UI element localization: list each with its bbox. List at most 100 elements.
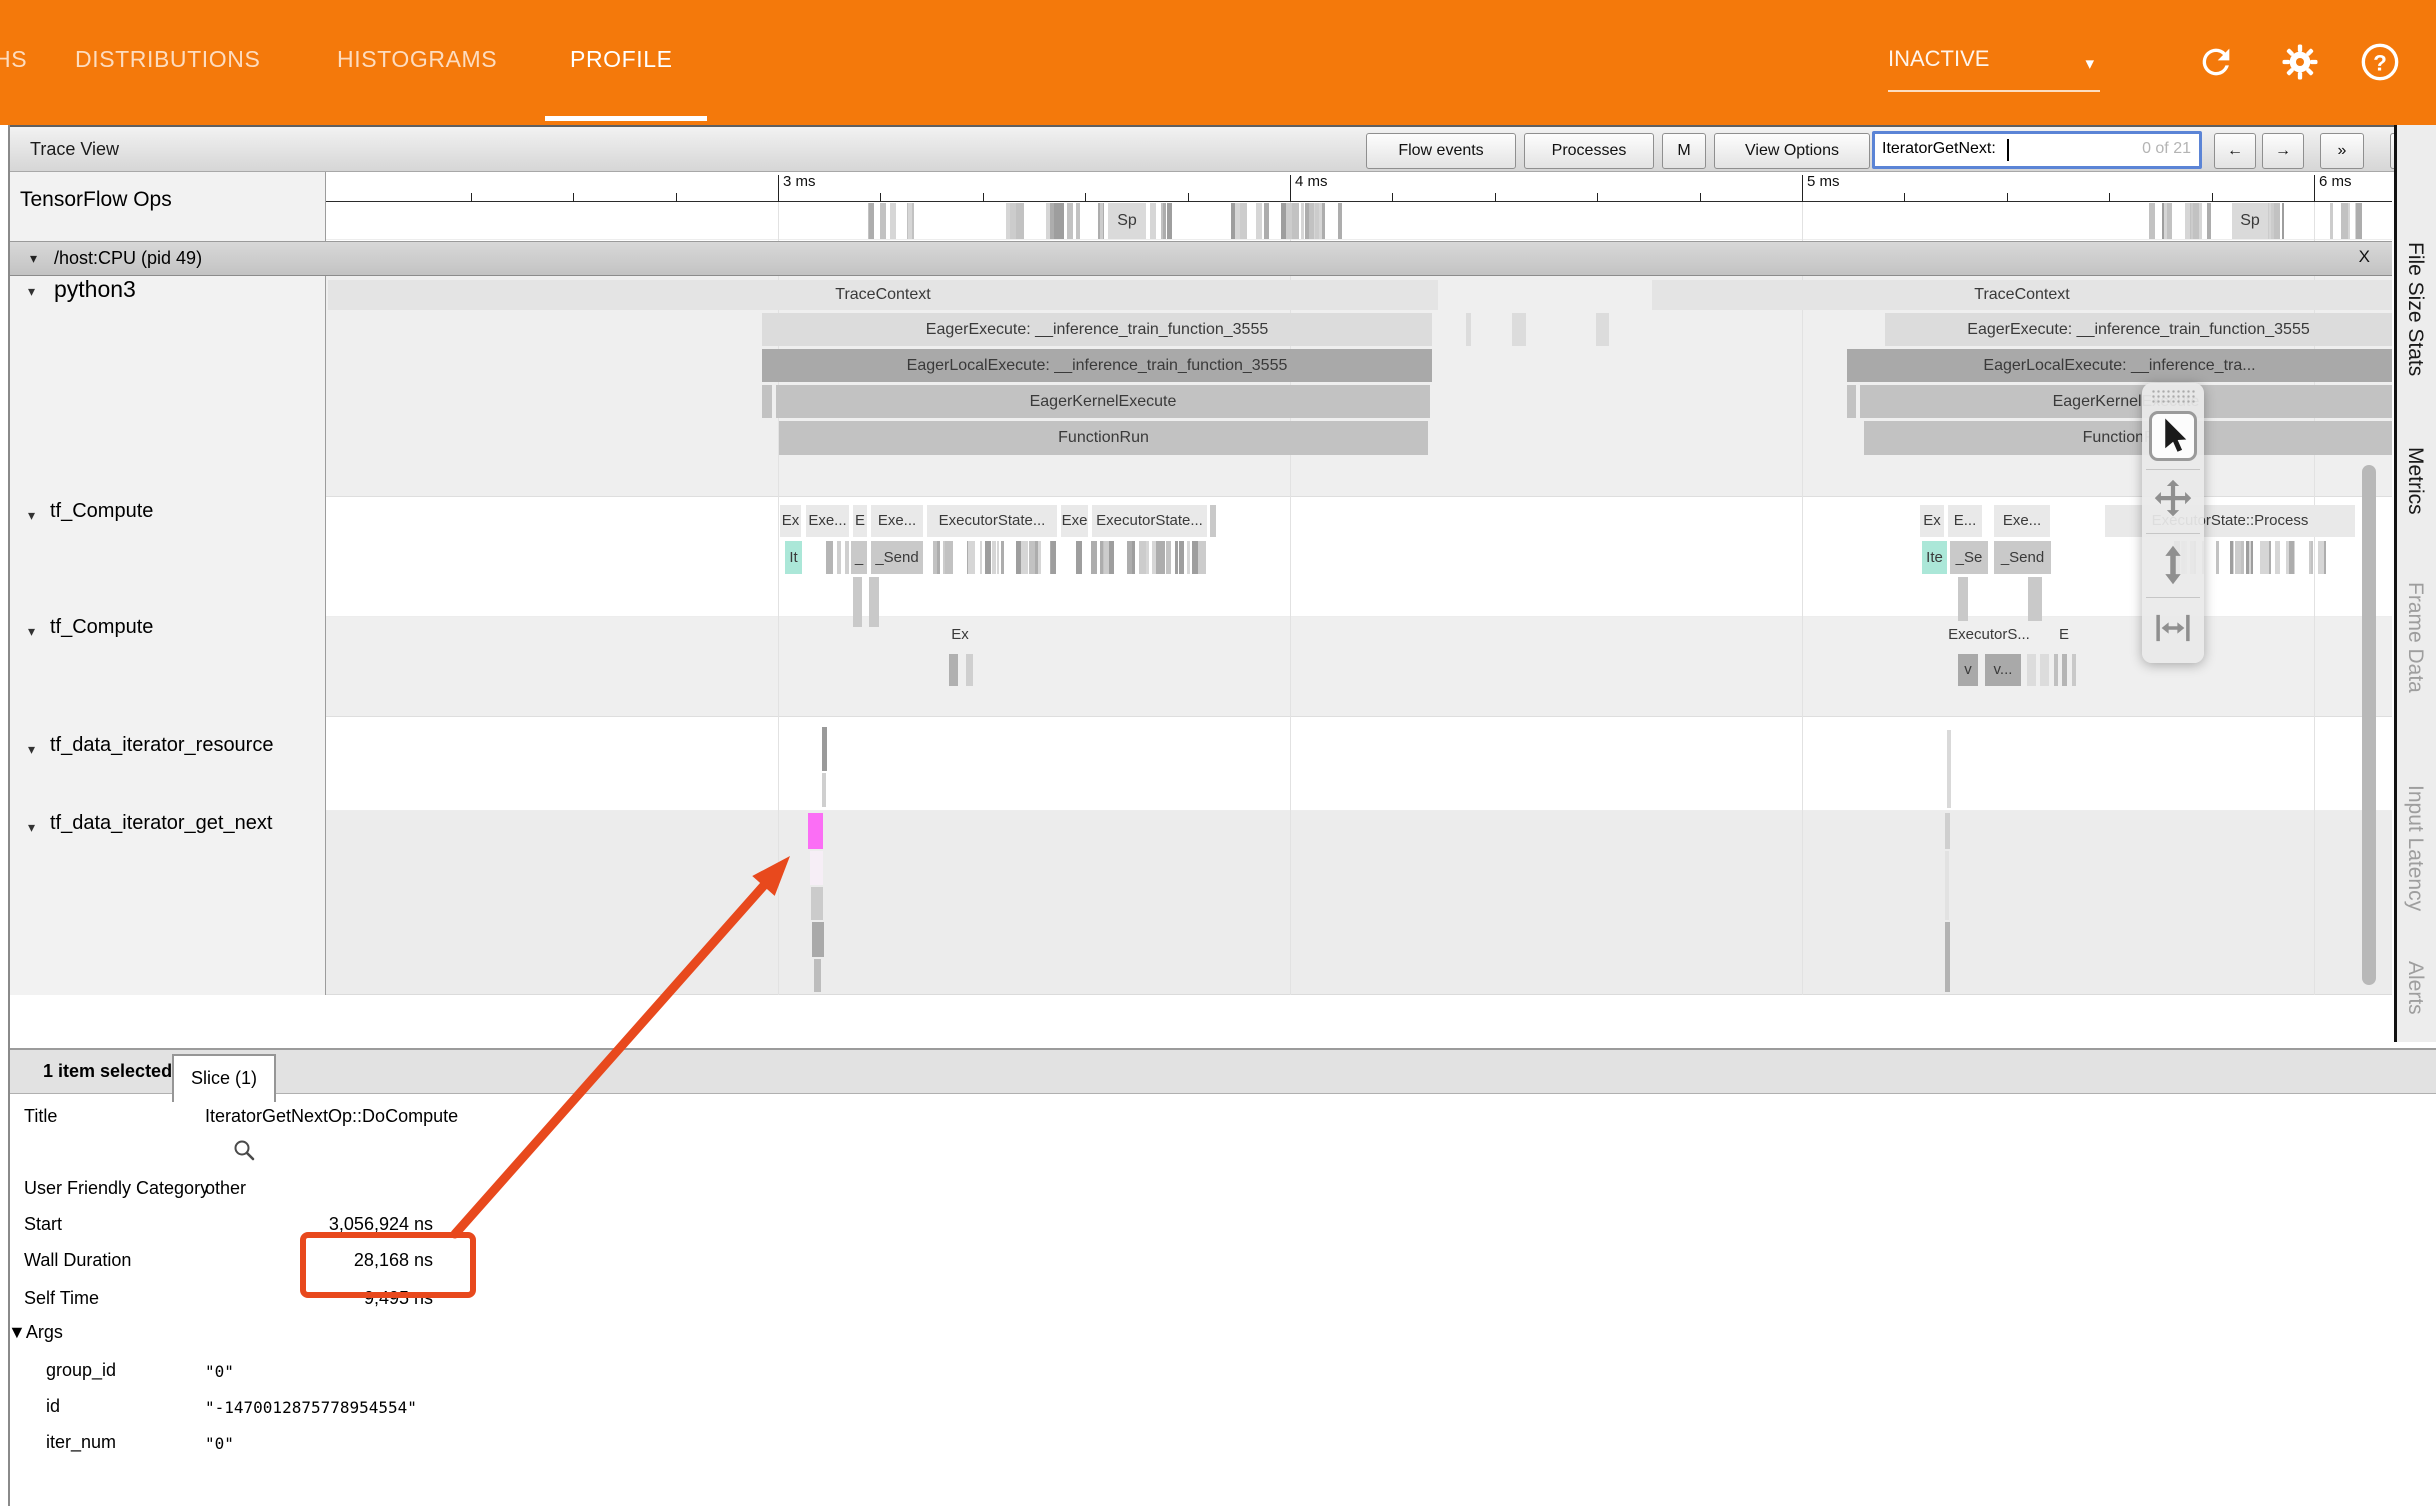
trace-slice-thin[interactable]: [2263, 541, 2269, 574]
trace-slice-thin[interactable]: [1163, 203, 1166, 239]
trace-slice-thin[interactable]: [2199, 203, 2203, 239]
trace-slice-thin[interactable]: [1466, 313, 1471, 346]
toolbar-button-processes[interactable]: Processes: [1524, 133, 1654, 169]
trace-slice[interactable]: EagerLocalExecute: __inference_tra...: [1847, 349, 2392, 382]
trace-slice-thin[interactable]: [845, 541, 849, 574]
next-result-button[interactable]: →: [2262, 133, 2304, 169]
trace-slice-thin[interactable]: [869, 577, 879, 627]
trace-slice-thin[interactable]: [2028, 577, 2042, 621]
collapse-triangle-icon[interactable]: ▾: [28, 507, 35, 524]
trace-slice[interactable]: E...: [1948, 505, 1982, 537]
trace-slice-thin[interactable]: [2235, 541, 2241, 574]
track-label-tf-compute[interactable]: tf_Compute: [50, 616, 153, 639]
collapse-triangle-icon[interactable]: ▾: [28, 623, 35, 640]
nav-tab-hs[interactable]: HS: [0, 46, 27, 73]
trace-slice-thin[interactable]: [1035, 541, 1038, 574]
trace-slice-thin[interactable]: [2164, 203, 2167, 239]
trace-slice[interactable]: ExecutorState...: [1092, 505, 1207, 537]
toolbar-button-view-options[interactable]: View Options: [1714, 133, 1870, 169]
trace-slice-thin[interactable]: [1166, 541, 1171, 574]
trace-slice-thin[interactable]: [980, 541, 982, 574]
trace-slice-thin[interactable]: [2311, 541, 2314, 574]
trace-slice-thin[interactable]: [762, 385, 772, 418]
trace-slice[interactable]: E: [853, 505, 867, 537]
trace-slice-thin[interactable]: [2166, 203, 2172, 239]
trace-slice-thin[interactable]: [1210, 505, 1216, 537]
trace-slice-thin[interactable]: [1958, 577, 1968, 621]
sidebar-tab-input-latency[interactable]: Input Latency: [2403, 785, 2427, 911]
trace-slice-thin[interactable]: [1292, 203, 1299, 239]
collapse-triangle-icon[interactable]: ▾: [28, 819, 35, 836]
selected-slice[interactable]: [808, 813, 823, 849]
trace-slice-thin[interactable]: [810, 851, 823, 885]
trace-slice-thin[interactable]: [933, 541, 937, 574]
settings-gear-icon[interactable]: [2280, 42, 2320, 82]
trace-slice-thin[interactable]: [2188, 203, 2190, 239]
trace-slice-thin[interactable]: [812, 922, 824, 957]
trace-slice-thin[interactable]: [1945, 851, 1949, 920]
tab-slice[interactable]: Slice (1): [172, 1054, 276, 1102]
trace-slice[interactable]: _Send: [1994, 541, 2051, 574]
zoom-tool-button[interactable]: [2149, 540, 2197, 590]
trace-slice-thin[interactable]: [1038, 541, 1040, 574]
sidebar-tab-file-size-stats[interactable]: File Size Stats: [2403, 242, 2427, 376]
collapse-triangle-icon[interactable]: ▾: [30, 250, 37, 267]
trace-slice[interactable]: _: [851, 541, 867, 574]
trace-slice-thin[interactable]: [2282, 203, 2284, 239]
trace-slice-thin[interactable]: [2318, 541, 2325, 574]
trace-slice-thin[interactable]: [1050, 203, 1054, 239]
trace-slice-thin[interactable]: [822, 773, 826, 807]
trace-slice-thin[interactable]: [2289, 541, 2294, 574]
timing-tool-button[interactable]: [2149, 605, 2197, 651]
trace-slice-thin[interactable]: [2249, 541, 2251, 574]
trace-slice-thin[interactable]: [1596, 313, 1609, 346]
trace-slice-thin[interactable]: [1305, 203, 1309, 239]
trace-slice[interactable]: Exe: [1061, 505, 1088, 537]
trace-slice-thin[interactable]: [1310, 203, 1312, 239]
trace-slice-thin[interactable]: [1175, 541, 1178, 574]
trace-slice[interactable]: Exe...: [806, 505, 849, 537]
trace-slice-thin[interactable]: [1010, 203, 1016, 239]
trace-slice[interactable]: E: [2056, 620, 2072, 650]
trace-slice-thin[interactable]: [1019, 203, 1024, 239]
cursor-tool-button[interactable]: [2149, 411, 2197, 461]
trace-slice[interactable]: ExecutorS...: [1938, 620, 2040, 650]
trace-slice-thin[interactable]: [890, 203, 896, 239]
trace-slice-thin[interactable]: [869, 203, 873, 239]
trace-slice-thin[interactable]: [853, 577, 862, 627]
nav-tab-profile[interactable]: PROFILE: [570, 46, 673, 73]
trace-slice[interactable]: TraceContext: [328, 280, 1438, 310]
vertical-scrollbar[interactable]: [2362, 465, 2376, 985]
timeline-canvas[interactable]: 3 ms4 ms5 ms6 msSpSpTraceContextTraceCon…: [326, 172, 2392, 995]
search-input[interactable]: IteratorGetNext: 0 of 21: [1872, 131, 2202, 169]
sidebar-tab-metrics[interactable]: Metrics: [2403, 447, 2427, 515]
trace-slice-thin[interactable]: [1240, 203, 1247, 239]
trace-slice-thin[interactable]: [1162, 541, 1165, 574]
trace-slice[interactable]: Ex: [1920, 505, 1944, 537]
trace-slice[interactable]: v: [1958, 654, 1978, 686]
trace-slice-thin[interactable]: [1947, 730, 1951, 808]
trace-slice-thin[interactable]: [2207, 203, 2210, 239]
trace-slice-thin[interactable]: [1231, 203, 1235, 239]
sidebar-tab-frame-data[interactable]: Frame Data: [2403, 582, 2427, 693]
trace-slice-thin[interactable]: [2040, 654, 2049, 686]
trace-slice-thin[interactable]: [2341, 203, 2348, 239]
collapse-triangle-icon[interactable]: ▾: [28, 741, 35, 758]
track-label-tf-data-iterator-resource[interactable]: tf_data_iterator_resource: [50, 734, 273, 757]
trace-slice-thin[interactable]: [1156, 541, 1160, 574]
more-button[interactable]: »: [2320, 133, 2364, 169]
trace-slice-thin[interactable]: [1200, 541, 1206, 574]
track-label-tf-compute[interactable]: tf_Compute: [50, 500, 153, 523]
trace-slice[interactable]: Exe...: [871, 505, 923, 537]
trace-slice-thin[interactable]: [1091, 541, 1097, 574]
trace-slice-thin[interactable]: [1179, 541, 1185, 574]
track-label-python3[interactable]: python3: [54, 276, 136, 303]
trace-slice-thin[interactable]: [997, 541, 1000, 574]
trace-slice-thin[interactable]: [814, 959, 821, 992]
trace-slice-thin[interactable]: [1067, 203, 1074, 239]
trace-slice-thin[interactable]: [2275, 541, 2280, 574]
trace-slice-thin[interactable]: [1319, 203, 1323, 239]
trace-slice[interactable]: EagerLocalExecute: __inference_train_fun…: [762, 349, 1432, 382]
trace-slice[interactable]: EagerExecute: __inference_train_function…: [762, 313, 1432, 346]
trace-slice[interactable]: Exe...: [1994, 505, 2050, 537]
